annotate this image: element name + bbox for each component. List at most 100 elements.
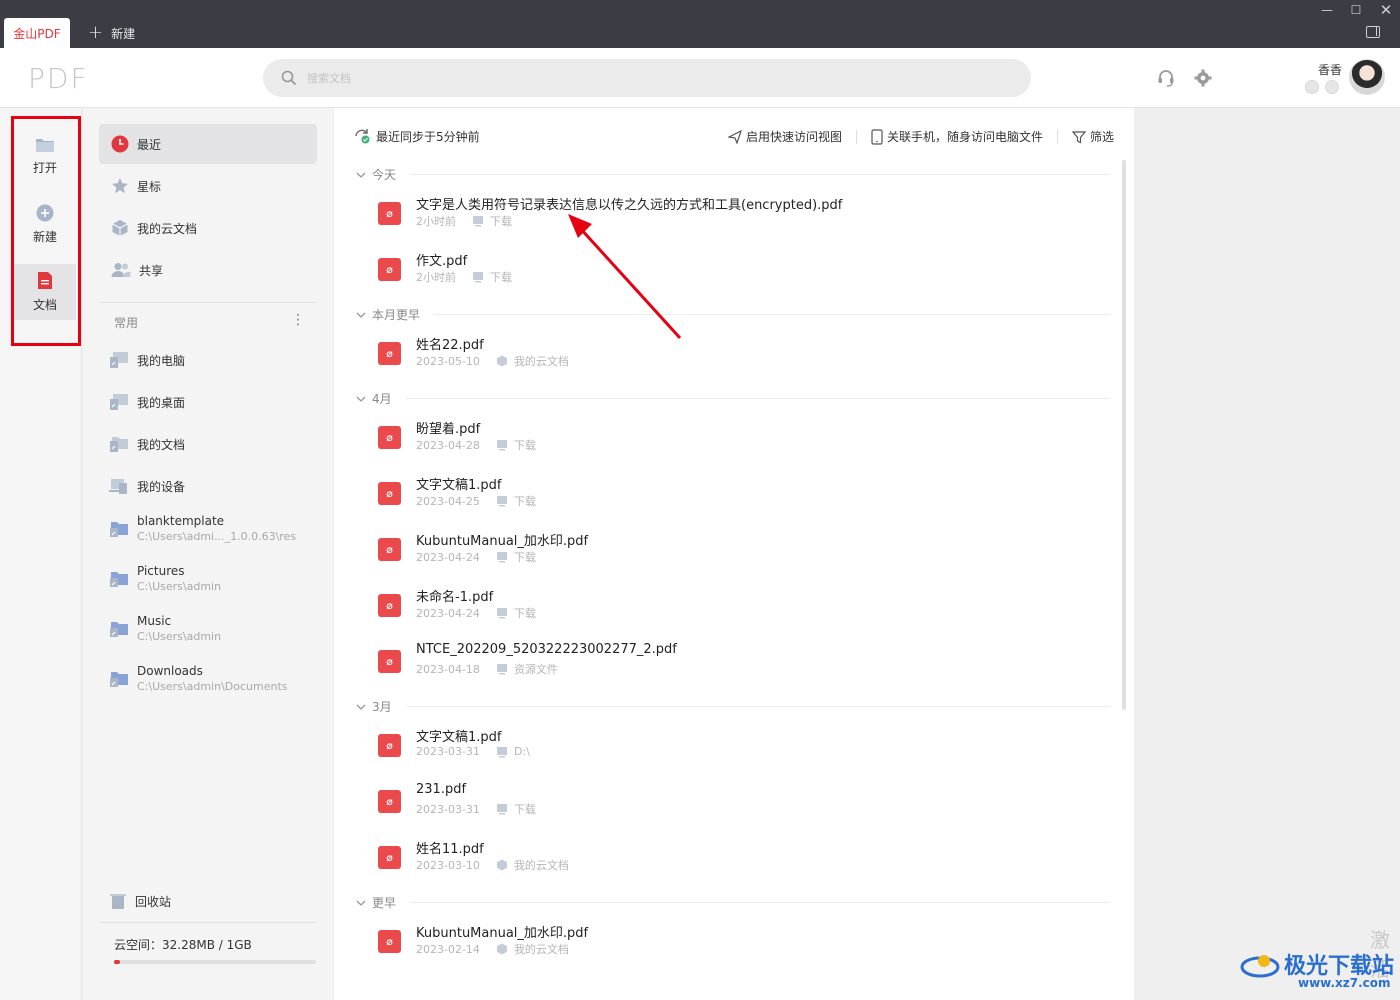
file-name: 姓名22.pdf bbox=[416, 338, 484, 353]
folder-path: C:\Users\admin bbox=[137, 580, 222, 593]
plus-icon: + bbox=[88, 22, 104, 43]
nav-recent[interactable]: 最近 bbox=[99, 124, 317, 164]
user-name[interactable]: 香香 bbox=[1318, 61, 1342, 78]
pdf-file-icon: ⌀ bbox=[378, 790, 401, 813]
file-date: 2023-04-25 bbox=[416, 494, 480, 508]
download-icon bbox=[473, 272, 483, 283]
nav-label: 最近 bbox=[137, 137, 162, 152]
divider bbox=[410, 174, 1110, 175]
sidebar-toggle-icon[interactable] bbox=[1366, 26, 1380, 38]
file-row[interactable]: ⌀ 姓名22.pdf 2023-05-10 我的云文档 bbox=[378, 334, 1078, 374]
minimize-icon[interactable]: — bbox=[1316, 2, 1338, 18]
group-title: 4月 bbox=[372, 392, 392, 406]
gear-icon[interactable] bbox=[1193, 68, 1213, 88]
search-input[interactable] bbox=[307, 71, 987, 85]
file-row[interactable]: ⌀ 文字文稿1.pdf 2023-04-25 下载 bbox=[378, 474, 1078, 514]
search-icon bbox=[281, 70, 297, 86]
folder-music[interactable]: Music C:\Users\admin bbox=[109, 614, 319, 643]
group-header[interactable]: 本月更早 bbox=[356, 306, 1110, 323]
scrollbar[interactable] bbox=[1122, 160, 1126, 710]
file-row[interactable]: ⌀ 姓名11.pdf 2023-03-10 我的云文档 bbox=[378, 838, 1078, 878]
file-location: 下载 bbox=[472, 213, 512, 229]
file-location: 下载 bbox=[496, 493, 536, 509]
new-tab-button[interactable]: + 新建 bbox=[88, 22, 135, 44]
file-location: 下载 bbox=[496, 437, 536, 453]
headset-icon[interactable] bbox=[1156, 68, 1176, 88]
file-name: 231.pdf bbox=[416, 782, 467, 797]
computer-icon bbox=[110, 352, 128, 368]
divider bbox=[405, 706, 1110, 707]
close-icon[interactable]: ✕ bbox=[1375, 1, 1397, 19]
maximize-icon[interactable]: ☐ bbox=[1345, 2, 1367, 18]
nav-label: 共享 bbox=[139, 263, 164, 278]
sync-label: 最近同步于5分钟前 bbox=[376, 129, 480, 144]
quick-view-button[interactable]: 启用快速访问视图 bbox=[727, 128, 842, 145]
download-icon bbox=[496, 608, 507, 619]
folder-pictures[interactable]: Pictures C:\Users\admin bbox=[109, 564, 319, 593]
link-phone-label: 关联手机，随身访问电脑文件 bbox=[886, 130, 1043, 144]
place-my-desktop[interactable]: 我的桌面 bbox=[109, 393, 319, 411]
nav-label: 星标 bbox=[137, 179, 162, 194]
chevron-down-icon bbox=[356, 900, 366, 906]
recycle-label: 回收站 bbox=[135, 894, 172, 909]
chevron-down-icon bbox=[356, 312, 366, 318]
file-row[interactable]: ⌀ 未命名-1.pdf 2023-04-24 下载 bbox=[378, 586, 1078, 626]
search-box[interactable] bbox=[263, 59, 1031, 97]
users-icon bbox=[111, 263, 131, 277]
avatar[interactable] bbox=[1349, 59, 1385, 95]
file-name: 作文.pdf bbox=[416, 254, 468, 269]
folder-downloads[interactable]: Downloads C:\Users\admin\Documents bbox=[109, 664, 319, 693]
file-location-label: 我的云文档 bbox=[513, 859, 569, 872]
file-row[interactable]: ⌀ 文字文稿1.pdf 2023-03-31 D:\ bbox=[378, 726, 1078, 766]
group-title: 3月 bbox=[372, 700, 392, 714]
recycle-bin[interactable]: 回收站 bbox=[109, 892, 319, 910]
group-title: 更早 bbox=[372, 896, 397, 910]
file-row[interactable]: ⌀ 文字是人类用符号记录表达信息以传之久远的方式和工具(encrypted).pd… bbox=[378, 194, 1078, 234]
filter-button[interactable]: 筛选 bbox=[1071, 128, 1114, 145]
nav-shared[interactable]: 共享 bbox=[99, 250, 317, 290]
file-row[interactable]: ⌀ 盼望着.pdf 2023-04-28 下载 bbox=[378, 418, 1078, 458]
file-location: 我的云文档 bbox=[496, 857, 569, 873]
file-location: 我的云文档 bbox=[496, 941, 569, 957]
file-meta: 2023-04-24 下载 bbox=[416, 605, 536, 621]
file-location: 下载 bbox=[496, 549, 536, 565]
file-row[interactable]: ⌀ NTCE_202209_520322223002277_2.pdf 2023-0… bbox=[378, 642, 1078, 682]
file-row[interactable]: ⌀ 作文.pdf 2小时前 下载 bbox=[378, 250, 1078, 290]
group-header[interactable]: 今天 bbox=[356, 166, 1110, 183]
place-my-computer[interactable]: 我的电脑 bbox=[109, 351, 319, 369]
link-phone-button[interactable]: 关联手机，随身访问电脑文件 bbox=[871, 128, 1043, 145]
more-icon[interactable]: ⋮ bbox=[291, 312, 305, 328]
chevron-down-icon bbox=[356, 704, 366, 710]
file-name: 盼望着.pdf bbox=[416, 422, 481, 437]
group-header[interactable]: 3月 bbox=[356, 698, 1110, 715]
tab-kingsoft-pdf[interactable]: 金山PDF bbox=[4, 18, 70, 48]
folder-blanktemplate[interactable]: blanktemplate C:\Users\admi..._1.0.0.63\… bbox=[109, 514, 319, 543]
place-my-documents[interactable]: 我的文档 bbox=[109, 435, 319, 453]
download-icon bbox=[496, 552, 507, 563]
file-meta: 2023-03-31 D:\ bbox=[416, 745, 530, 758]
pdf-file-icon: ⌀ bbox=[378, 426, 401, 449]
file-row[interactable]: ⌀ KubuntuManual_加水印.pdf 2023-04-24 下载 bbox=[378, 530, 1078, 570]
nav-label: 我的云文档 bbox=[137, 221, 198, 236]
group-title: 本月更早 bbox=[372, 308, 421, 322]
file-date: 2023-04-28 bbox=[416, 438, 480, 452]
file-location-label: 下载 bbox=[513, 439, 536, 452]
divider bbox=[434, 314, 1110, 315]
star-icon bbox=[112, 178, 128, 194]
nav-starred[interactable]: 星标 bbox=[99, 166, 317, 206]
file-list-panel: 最近同步于5分钟前 启用快速访问视图 关联手机，随身访问电脑文件 筛选 今天 ⌀ 文… bbox=[334, 108, 1134, 1000]
folder-name: Pictures bbox=[137, 564, 185, 578]
filter-icon bbox=[1071, 130, 1086, 143]
place-label: 我的设备 bbox=[137, 479, 186, 494]
group-header[interactable]: 4月 bbox=[356, 390, 1110, 407]
place-label: 我的桌面 bbox=[137, 395, 186, 410]
file-location-label: 我的云文档 bbox=[513, 355, 569, 368]
place-my-devices[interactable]: 我的设备 bbox=[109, 477, 319, 495]
file-date: 2小时前 bbox=[416, 215, 456, 228]
file-row[interactable]: ⌀ 231.pdf 2023-03-31 下载 bbox=[378, 782, 1078, 822]
nav-cloud-docs[interactable]: 我的云文档 bbox=[99, 208, 317, 248]
annotation-arrow bbox=[568, 214, 682, 340]
group-header[interactable]: 更早 bbox=[356, 894, 1110, 911]
file-name: 文字文稿1.pdf bbox=[416, 478, 502, 493]
file-row[interactable]: ⌀ KubuntuManual_加水印.pdf 2023-02-14 我的云文档 bbox=[378, 922, 1078, 962]
